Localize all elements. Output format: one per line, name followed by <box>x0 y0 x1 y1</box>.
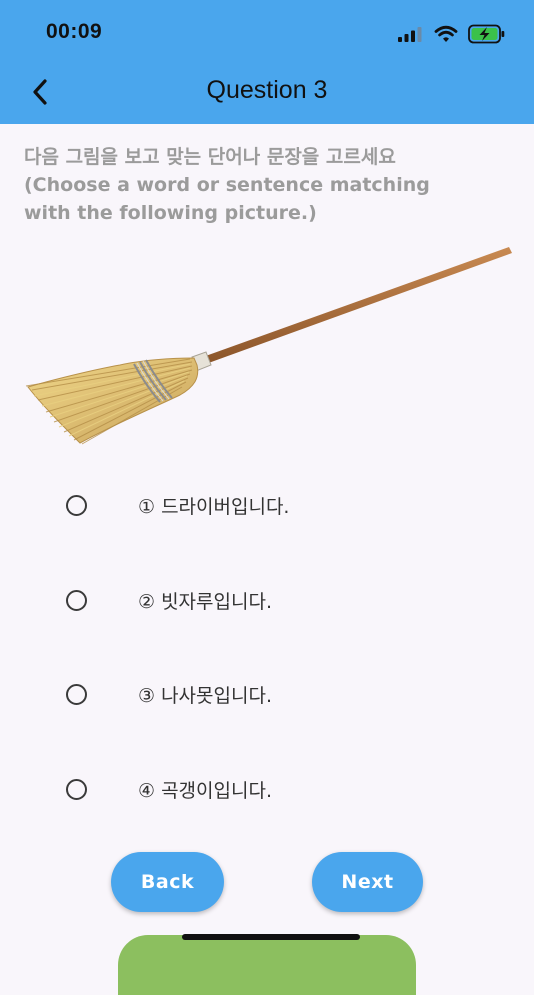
signal-icon <box>398 27 422 42</box>
answer-option-1[interactable]: ① 드라이버입니다. <box>66 488 289 522</box>
wifi-icon <box>434 25 458 42</box>
option-label: ② 빗자루입니다. <box>138 590 272 613</box>
instruction-english-line1: (Choose a word or sentence matching <box>24 174 430 196</box>
radio-button[interactable] <box>66 778 87 800</box>
radio-button[interactable] <box>66 589 87 611</box>
answer-option-3[interactable]: ③ 나사못입니다. <box>66 677 272 711</box>
instruction-english-line2: with the following picture.) <box>24 202 317 224</box>
option-label: ④ 곡갱이입니다. <box>138 779 272 802</box>
question-instruction: 다음 그림을 보고 맞는 단어나 문장을 고르세요 (Choose a word… <box>24 143 514 227</box>
status-time: 00:09 <box>46 20 103 43</box>
option-label: ① 드라이버입니다. <box>138 495 290 518</box>
battery-charging-icon <box>468 24 505 44</box>
status-icons <box>398 24 506 44</box>
answer-option-2[interactable]: ② 빗자루입니다. <box>66 583 272 617</box>
bottom-bar <box>118 935 416 995</box>
radio-button[interactable] <box>66 494 87 516</box>
broom-illustration <box>25 247 512 445</box>
home-indicator <box>182 934 360 940</box>
radio-button[interactable] <box>66 683 87 705</box>
app-header: 00:09 Question 3 <box>0 0 534 124</box>
page-title: Question 3 <box>206 76 328 104</box>
back-button[interactable]: Back <box>111 852 224 912</box>
instruction-korean: 다음 그림을 보고 맞는 단어나 문장을 고르세요 <box>24 146 396 168</box>
option-label: ③ 나사못입니다. <box>138 684 272 707</box>
answer-option-4[interactable]: ④ 곡갱이입니다. <box>66 772 272 806</box>
next-button[interactable]: Next <box>312 852 423 912</box>
